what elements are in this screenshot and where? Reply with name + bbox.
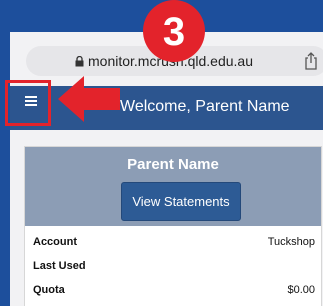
account-label: Account (33, 236, 77, 248)
view-statements-button[interactable]: View Statements (121, 182, 241, 221)
account-row: Account Tuckshop (33, 236, 315, 248)
welcome-title: Welcome, Parent Name (120, 98, 290, 115)
step-number: 3 (163, 10, 185, 54)
step-badge: 3 (143, 0, 205, 62)
quota-row: Quota $0.00 (33, 284, 315, 296)
phone-screen: monitor.mcrush.qld.edu.au Welcome, Paren… (10, 32, 323, 306)
quota-label: Quota (33, 284, 65, 296)
card-header: Parent Name View Statements (25, 147, 321, 226)
last-used-row: Last Used (33, 260, 315, 272)
account-card: Parent Name View Statements Account Tuck… (24, 146, 322, 306)
last-used-label: Last Used (33, 260, 86, 272)
menu-highlight-box (5, 80, 51, 126)
account-value: Tuckshop (267, 236, 315, 248)
share-icon[interactable] (304, 52, 318, 70)
lock-icon (75, 56, 84, 67)
quota-value: $0.00 (287, 284, 315, 296)
parent-name: Parent Name (127, 156, 219, 173)
red-arrow-icon (58, 76, 120, 122)
app-header: Welcome, Parent Name (10, 86, 323, 130)
